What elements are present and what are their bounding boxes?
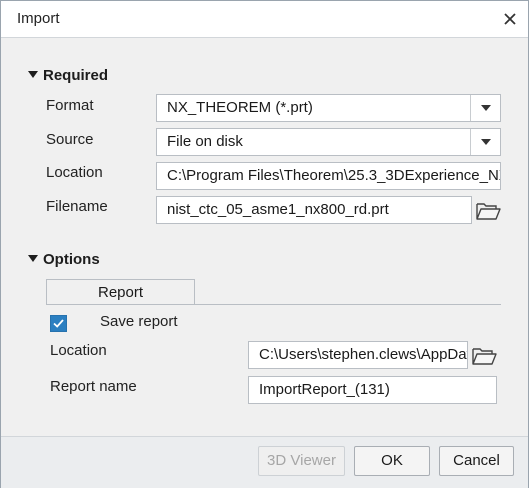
report-location-label: Location — [50, 342, 107, 359]
required-heading: Required — [43, 67, 109, 84]
format-dropdown-button[interactable] — [470, 95, 500, 121]
format-label: Format — [46, 97, 94, 114]
format-select[interactable]: NX_THEOREM (*.prt) — [156, 94, 501, 122]
source-dropdown-button[interactable] — [470, 129, 500, 155]
source-select[interactable]: File on disk — [156, 128, 501, 156]
import-dialog: Import Required Format NX_THEOREM (*.prt… — [0, 0, 529, 488]
save-report-label: Save report — [100, 313, 178, 330]
checkmark-icon — [53, 319, 64, 328]
save-report-checkbox[interactable] — [50, 315, 67, 332]
format-value: NX_THEOREM (*.prt) — [167, 99, 313, 116]
folder-open-icon[interactable] — [471, 345, 497, 367]
tab-divider — [46, 304, 501, 305]
3d-viewer-button[interactable]: 3D Viewer — [258, 446, 345, 476]
filename-label: Filename — [46, 198, 108, 215]
tab-report[interactable]: Report — [46, 279, 195, 304]
report-name-label: Report name — [50, 378, 137, 395]
close-button[interactable] — [498, 7, 522, 31]
ok-button[interactable]: OK — [354, 446, 430, 476]
required-section-toggle[interactable]: Required — [28, 67, 108, 84]
cancel-button[interactable]: Cancel — [439, 446, 514, 476]
close-icon — [504, 13, 516, 25]
triangle-down-icon — [28, 71, 38, 78]
chevron-down-icon — [480, 105, 491, 111]
source-label: Source — [46, 131, 94, 148]
report-location-field[interactable]: C:\Users\stephen.clews\AppData\ — [248, 341, 468, 369]
options-heading: Options — [43, 251, 100, 268]
location-label: Location — [46, 164, 103, 181]
report-name-field[interactable]: ImportReport_(131) — [248, 376, 497, 404]
options-section-toggle[interactable]: Options — [28, 251, 100, 268]
window-title: Import — [17, 10, 60, 27]
title-bar: Import — [1, 1, 528, 38]
source-value: File on disk — [167, 133, 243, 150]
triangle-down-icon — [28, 255, 38, 262]
chevron-down-icon — [480, 139, 491, 145]
filename-field[interactable]: nist_ctc_05_asme1_nx800_rd.prt — [156, 196, 472, 224]
location-field[interactable]: C:\Program Files\Theorem\25.3_3DExperien… — [156, 162, 501, 190]
folder-open-icon[interactable] — [475, 200, 501, 222]
